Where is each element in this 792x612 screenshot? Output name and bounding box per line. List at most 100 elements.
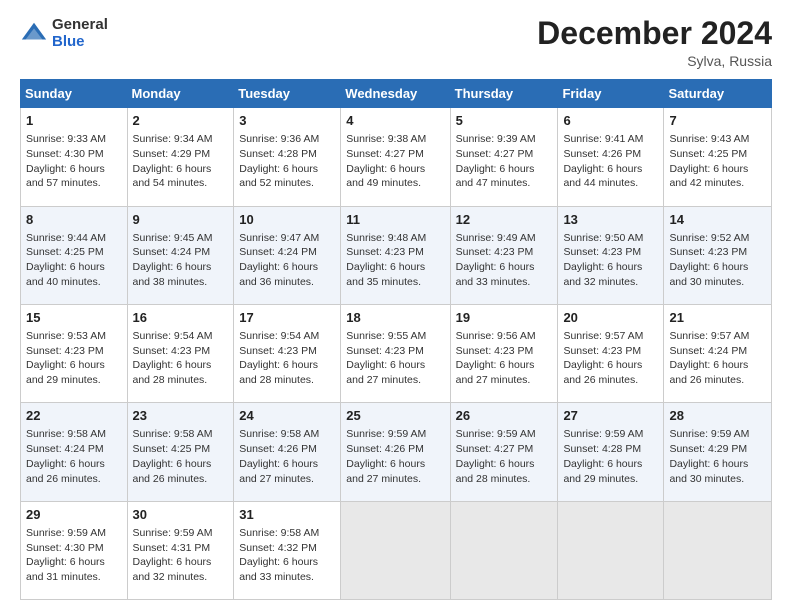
day-number: 6 — [563, 112, 658, 130]
day-number: 1 — [26, 112, 122, 130]
day-number: 18 — [346, 309, 444, 327]
calendar-cell: 17Sunrise: 9:54 AMSunset: 4:23 PMDayligh… — [234, 304, 341, 402]
daylight-label: Daylight: 6 hours — [456, 458, 535, 470]
sunset-label: Sunset: 4:25 PM — [26, 246, 104, 258]
sunrise-label: Sunrise: 9:59 AM — [346, 428, 426, 440]
daylight-label: Daylight: 6 hours — [239, 359, 318, 371]
calendar-cell: 5Sunrise: 9:39 AMSunset: 4:27 PMDaylight… — [450, 108, 558, 206]
daylight-minutes: and 27 minutes. — [239, 473, 314, 485]
day-number: 12 — [456, 211, 553, 229]
calendar-cell: 1Sunrise: 9:33 AMSunset: 4:30 PMDaylight… — [21, 108, 128, 206]
logo-text: General Blue — [52, 16, 108, 51]
calendar-cell: 19Sunrise: 9:56 AMSunset: 4:23 PMDayligh… — [450, 304, 558, 402]
day-number: 3 — [239, 112, 335, 130]
sunset-label: Sunset: 4:25 PM — [133, 443, 211, 455]
daylight-label: Daylight: 6 hours — [133, 359, 212, 371]
calendar-cell: 22Sunrise: 9:58 AMSunset: 4:24 PMDayligh… — [21, 403, 128, 501]
calendar-cell: 14Sunrise: 9:52 AMSunset: 4:23 PMDayligh… — [664, 206, 772, 304]
sunset-label: Sunset: 4:29 PM — [133, 148, 211, 160]
calendar-cell: 2Sunrise: 9:34 AMSunset: 4:29 PMDaylight… — [127, 108, 234, 206]
sunrise-label: Sunrise: 9:58 AM — [133, 428, 213, 440]
daylight-label: Daylight: 6 hours — [346, 163, 425, 175]
sunrise-label: Sunrise: 9:34 AM — [133, 133, 213, 145]
sunset-label: Sunset: 4:32 PM — [239, 542, 317, 554]
day-number: 13 — [563, 211, 658, 229]
sunset-label: Sunset: 4:27 PM — [456, 148, 534, 160]
day-number: 27 — [563, 407, 658, 425]
daylight-label: Daylight: 6 hours — [26, 163, 105, 175]
sunset-label: Sunset: 4:23 PM — [133, 345, 211, 357]
logo-general: General — [52, 16, 108, 33]
calendar-cell: 26Sunrise: 9:59 AMSunset: 4:27 PMDayligh… — [450, 403, 558, 501]
calendar-cell: 24Sunrise: 9:58 AMSunset: 4:26 PMDayligh… — [234, 403, 341, 501]
sunset-label: Sunset: 4:26 PM — [346, 443, 424, 455]
sunset-label: Sunset: 4:23 PM — [456, 345, 534, 357]
calendar-cell: 15Sunrise: 9:53 AMSunset: 4:23 PMDayligh… — [21, 304, 128, 402]
calendar-table: SundayMondayTuesdayWednesdayThursdayFrid… — [20, 79, 772, 600]
sunset-label: Sunset: 4:29 PM — [669, 443, 747, 455]
sunrise-label: Sunrise: 9:59 AM — [133, 527, 213, 539]
logo-blue: Blue — [52, 33, 85, 50]
day-number: 30 — [133, 506, 229, 524]
sunset-label: Sunset: 4:24 PM — [26, 443, 104, 455]
sunset-label: Sunset: 4:23 PM — [669, 246, 747, 258]
daylight-label: Daylight: 6 hours — [133, 261, 212, 273]
day-number: 14 — [669, 211, 766, 229]
sunrise-label: Sunrise: 9:57 AM — [669, 330, 749, 342]
daylight-label: Daylight: 6 hours — [346, 458, 425, 470]
day-number: 21 — [669, 309, 766, 327]
daylight-minutes: and 35 minutes. — [346, 276, 421, 288]
sunrise-label: Sunrise: 9:47 AM — [239, 232, 319, 244]
sunset-label: Sunset: 4:23 PM — [239, 345, 317, 357]
daylight-label: Daylight: 6 hours — [563, 261, 642, 273]
daylight-label: Daylight: 6 hours — [239, 556, 318, 568]
daylight-minutes: and 31 minutes. — [26, 571, 101, 583]
calendar-cell: 18Sunrise: 9:55 AMSunset: 4:23 PMDayligh… — [341, 304, 450, 402]
daylight-label: Daylight: 6 hours — [563, 163, 642, 175]
daylight-minutes: and 49 minutes. — [346, 177, 421, 189]
sunrise-label: Sunrise: 9:33 AM — [26, 133, 106, 145]
daylight-label: Daylight: 6 hours — [26, 556, 105, 568]
sunrise-label: Sunrise: 9:49 AM — [456, 232, 536, 244]
calendar-cell — [450, 501, 558, 599]
sunrise-label: Sunrise: 9:54 AM — [133, 330, 213, 342]
daylight-label: Daylight: 6 hours — [563, 359, 642, 371]
day-number: 7 — [669, 112, 766, 130]
daylight-minutes: and 54 minutes. — [133, 177, 208, 189]
calendar-cell: 28Sunrise: 9:59 AMSunset: 4:29 PMDayligh… — [664, 403, 772, 501]
calendar-cell: 9Sunrise: 9:45 AMSunset: 4:24 PMDaylight… — [127, 206, 234, 304]
day-number: 26 — [456, 407, 553, 425]
daylight-minutes: and 26 minutes. — [669, 374, 744, 386]
day-number: 5 — [456, 112, 553, 130]
month-title: December 2024 — [537, 16, 772, 51]
daylight-minutes: and 27 minutes. — [456, 374, 531, 386]
day-number: 17 — [239, 309, 335, 327]
sunrise-label: Sunrise: 9:52 AM — [669, 232, 749, 244]
daylight-minutes: and 26 minutes. — [26, 473, 101, 485]
daylight-label: Daylight: 6 hours — [133, 458, 212, 470]
daylight-minutes: and 33 minutes. — [456, 276, 531, 288]
daylight-label: Daylight: 6 hours — [26, 458, 105, 470]
daylight-minutes: and 40 minutes. — [26, 276, 101, 288]
week-row-4: 22Sunrise: 9:58 AMSunset: 4:24 PMDayligh… — [21, 403, 772, 501]
sunrise-label: Sunrise: 9:57 AM — [563, 330, 643, 342]
daylight-label: Daylight: 6 hours — [456, 359, 535, 371]
daylight-label: Daylight: 6 hours — [456, 163, 535, 175]
col-header-monday: Monday — [127, 80, 234, 108]
day-number: 25 — [346, 407, 444, 425]
sunrise-label: Sunrise: 9:38 AM — [346, 133, 426, 145]
daylight-label: Daylight: 6 hours — [669, 163, 748, 175]
day-number: 16 — [133, 309, 229, 327]
daylight-minutes: and 52 minutes. — [239, 177, 314, 189]
calendar-body: 1Sunrise: 9:33 AMSunset: 4:30 PMDaylight… — [21, 108, 772, 600]
sunset-label: Sunset: 4:27 PM — [456, 443, 534, 455]
calendar-cell — [558, 501, 664, 599]
sunset-label: Sunset: 4:23 PM — [563, 246, 641, 258]
sunset-label: Sunset: 4:24 PM — [133, 246, 211, 258]
day-number: 19 — [456, 309, 553, 327]
daylight-label: Daylight: 6 hours — [26, 261, 105, 273]
week-row-2: 8Sunrise: 9:44 AMSunset: 4:25 PMDaylight… — [21, 206, 772, 304]
daylight-minutes: and 47 minutes. — [456, 177, 531, 189]
calendar-cell: 11Sunrise: 9:48 AMSunset: 4:23 PMDayligh… — [341, 206, 450, 304]
calendar-cell — [664, 501, 772, 599]
